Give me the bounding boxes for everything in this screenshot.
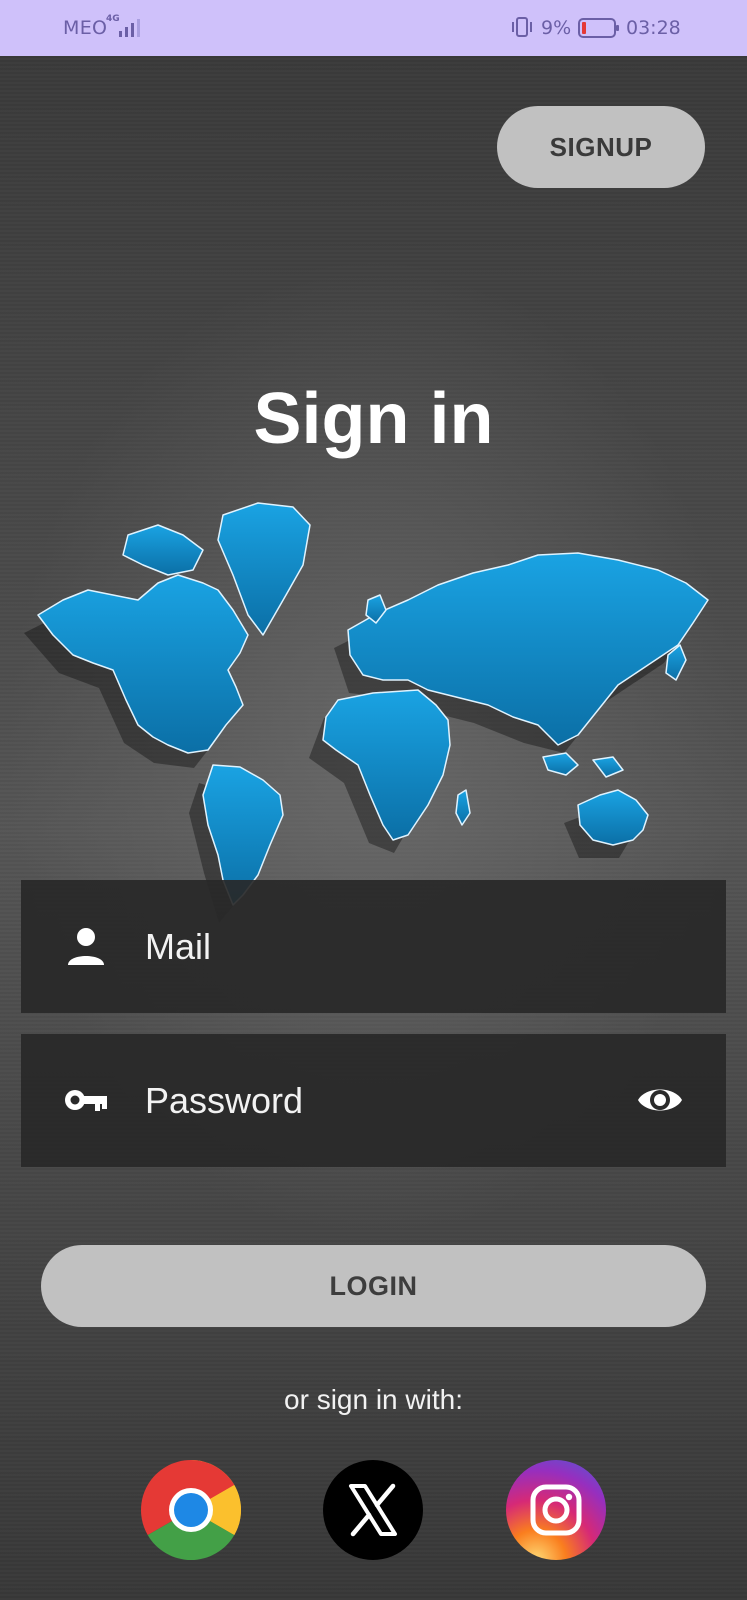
password-field[interactable]: Password — [21, 1034, 726, 1167]
chrome-icon — [141, 1460, 241, 1560]
page-title: Sign in — [253, 379, 494, 459]
alt-signin-label: or sign in with: — [284, 1384, 463, 1415]
world-map-icon — [24, 502, 709, 923]
signal-icon — [119, 19, 140, 37]
battery-low-icon — [578, 18, 619, 38]
x-signin-button[interactable] — [323, 1460, 423, 1560]
eye-icon[interactable] — [636, 1080, 684, 1120]
status-bar: MEO 4G 9% 03:28 — [0, 0, 747, 56]
mail-placeholder: Mail — [145, 926, 212, 967]
battery-percent: 9% — [541, 17, 572, 39]
vibrate-icon — [512, 17, 532, 37]
instagram-signin-button[interactable] — [506, 1460, 606, 1560]
login-button[interactable]: LOGIN — [41, 1245, 706, 1327]
signup-button[interactable]: SIGNUP — [497, 106, 705, 188]
user-icon — [68, 928, 104, 965]
password-placeholder: Password — [145, 1080, 304, 1121]
carrier-label: MEO — [63, 17, 108, 39]
clock: 03:28 — [626, 17, 681, 39]
instagram-icon — [506, 1460, 606, 1560]
chrome-signin-button[interactable] — [141, 1460, 241, 1560]
key-icon — [65, 1090, 107, 1111]
mail-field[interactable]: Mail — [21, 880, 726, 1013]
x-logo-icon — [323, 1460, 423, 1560]
